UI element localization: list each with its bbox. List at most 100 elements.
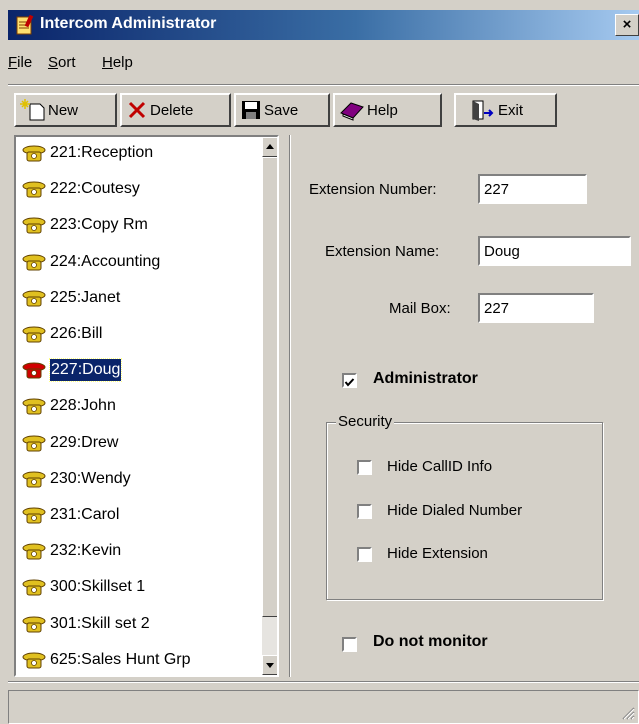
phone-yellow-icon — [22, 616, 46, 633]
hide-callid-label: Hide CallID Info — [387, 458, 493, 475]
hide-extension-label: Hide Extension — [387, 545, 488, 562]
extension-list-item[interactable]: 232:Kevin — [18, 537, 250, 565]
menu-file-accel: F — [8, 54, 18, 71]
hide-extension-checkbox[interactable] — [357, 547, 372, 562]
extension-list-item[interactable]: 301:Skill set 2 — [18, 610, 250, 638]
extension-label: 222:Coutesy — [50, 180, 140, 198]
extension-list-item[interactable]: 625:Sales Hunt Grp — [18, 646, 250, 674]
checkmark-icon — [344, 378, 355, 387]
hide-callid-checkbox[interactable] — [357, 460, 372, 475]
phone-yellow-icon — [22, 145, 46, 162]
delete-button[interactable]: Delete — [120, 93, 231, 127]
arrow-up-icon — [266, 144, 274, 149]
menu-sort-accel: S — [48, 54, 59, 71]
extension-number-input[interactable]: 227 — [478, 174, 587, 204]
extension-label: 229:Drew — [50, 433, 119, 451]
menu-help[interactable]: Help — [102, 54, 133, 71]
extension-label: 301:Skill set 2 — [50, 614, 150, 632]
menu-divider — [8, 84, 639, 86]
delete-label: Delete — [150, 101, 194, 119]
window-title: Intercom Administrator — [40, 15, 217, 32]
scrollbar-thumb[interactable] — [262, 157, 277, 617]
extension-list[interactable]: 221:Reception 222:Coutesy 223:Copy Rm 224:A… — [14, 135, 279, 677]
phone-yellow-icon — [22, 254, 46, 271]
administrator-label: Administrator — [373, 370, 478, 387]
menu-file[interactable]: File — [8, 54, 32, 71]
scroll-up-button[interactable] — [262, 137, 277, 157]
title-bar[interactable]: Intercom Administrator × — [8, 10, 639, 40]
exit-button[interactable]: Exit — [454, 93, 557, 127]
save-label: Save — [264, 101, 299, 119]
save-button[interactable]: Save — [234, 93, 330, 127]
menu-help-accel: H — [102, 54, 113, 71]
extension-label: 231:Carol — [50, 506, 120, 523]
extension-list-item[interactable]: 225:Janet — [18, 284, 250, 312]
phone-yellow-icon — [22, 217, 46, 234]
extension-list-item[interactable]: 221:Reception — [18, 139, 250, 167]
extension-name-input[interactable]: Doug — [478, 236, 631, 266]
extension-list-item[interactable]: 224:Accounting — [18, 248, 250, 276]
extension-list-item[interactable]: 231:Carol — [18, 501, 250, 529]
extension-list-item[interactable]: 227:Doug — [18, 356, 250, 384]
status-bar — [8, 690, 639, 724]
extension-label: 221:Reception — [50, 144, 154, 161]
extension-list-item[interactable]: 222:Coutesy — [18, 175, 250, 203]
extension-list-item[interactable]: 300:Skillset 1 — [18, 573, 250, 601]
menu-sort[interactable]: Sort — [48, 54, 76, 71]
list-scrollbar[interactable] — [262, 137, 277, 675]
resize-grip-icon[interactable] — [621, 706, 635, 720]
close-button[interactable]: × — [615, 14, 639, 36]
extension-list-item[interactable]: 226:Bill — [18, 320, 250, 348]
notepad-icon — [16, 15, 34, 35]
phone-yellow-icon — [22, 652, 46, 669]
extension-name-label: Extension Name: — [325, 243, 440, 260]
extension-label: 625:Sales Hunt Grp — [50, 650, 191, 668]
arrow-down-icon — [266, 663, 274, 668]
extension-label: 226:Bill — [50, 325, 103, 342]
extension-list-item[interactable]: 228:John — [18, 392, 250, 420]
hide-dialed-number-label: Hide Dialed Number — [387, 502, 523, 519]
phone-yellow-icon — [22, 507, 46, 524]
do-not-monitor-checkbox[interactable] — [342, 637, 357, 652]
extension-number-label: Extension Number: — [309, 181, 437, 198]
extension-label: 300:Skillset 1 — [50, 578, 146, 596]
exit-door-icon — [472, 100, 494, 121]
mailbox-label: Mail Box: — [389, 300, 451, 317]
phone-yellow-icon — [22, 543, 46, 560]
extension-label: 232:Kevin — [50, 542, 122, 560]
extension-label: 227:Doug — [48, 358, 123, 383]
extension-label: 224:Accounting — [50, 252, 161, 270]
extension-label: 228:John — [50, 397, 116, 415]
hide-dialed-number-checkbox[interactable] — [357, 504, 372, 519]
extension-list-item[interactable]: 229:Drew — [18, 429, 250, 457]
close-icon: × — [622, 16, 632, 33]
extension-list-item[interactable]: 230:Wendy — [18, 465, 250, 493]
pane-divider[interactable] — [289, 135, 291, 677]
administrator-checkbox[interactable] — [342, 373, 357, 388]
extension-label: 225:Janet — [50, 288, 121, 306]
help-button[interactable]: Help — [333, 93, 442, 127]
new-label: New — [48, 101, 79, 119]
mailbox-input[interactable]: 227 — [478, 293, 594, 323]
phone-yellow-icon — [22, 181, 46, 198]
help-label: Help — [367, 101, 398, 119]
phone-yellow-icon — [22, 471, 46, 488]
extension-list-item[interactable]: 223:Copy Rm — [18, 211, 250, 239]
exit-label: Exit — [498, 101, 524, 119]
menu-help-label: elp — [112, 54, 133, 71]
scroll-down-button[interactable] — [262, 655, 277, 675]
phone-yellow-icon — [22, 290, 46, 307]
extension-label: 223:Copy Rm — [50, 216, 148, 234]
phone-yellow-icon — [22, 398, 46, 415]
status-panel — [8, 690, 639, 724]
phone-yellow-icon — [22, 326, 46, 343]
delete-x-icon — [128, 101, 146, 119]
menu-file-label: ile — [17, 54, 33, 71]
phone-yellow-icon — [22, 435, 46, 452]
extension-label: 230:Wendy — [50, 469, 131, 487]
help-book-icon — [340, 102, 364, 121]
security-group-label: Security — [336, 413, 395, 430]
new-icon — [20, 99, 45, 121]
new-button[interactable]: New — [14, 93, 117, 127]
phone-yellow-icon — [22, 579, 46, 596]
